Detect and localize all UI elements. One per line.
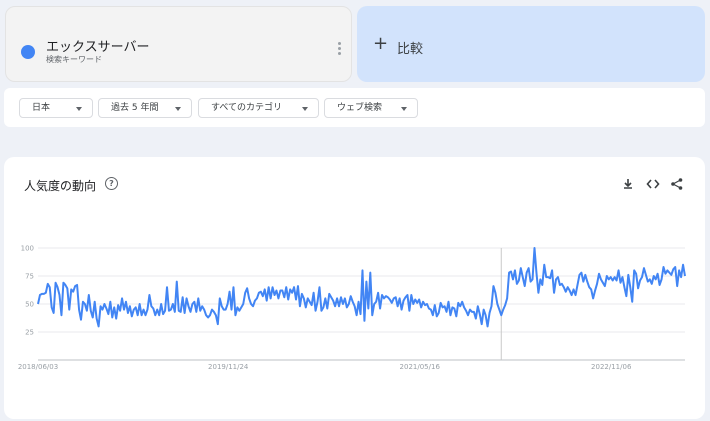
filter-label: ウェブ検索 [337,103,383,113]
x-tick-label: 2022/11/06 [591,363,632,371]
dropdown-caret-icon [76,107,82,111]
compare-button[interactable]: + 比較 [357,6,705,82]
region-filter[interactable]: 日本 [19,98,93,118]
search-term-title: エックスサーバー [46,40,150,55]
dropdown-caret-icon [175,107,181,111]
y-tick-label: 75 [25,273,34,281]
trend-chart: 25 50 75 100 2018/06/03 2019/11/24 2021/05/16… [18,245,686,371]
interest-over-time-card: 人気度の動向 ? 25 50 75 100 2018/06/03 2019/11/24 2… [4,157,705,419]
filter-label: 日本 [32,103,51,113]
series-line [37,247,686,328]
compare-label: 比較 [397,42,424,57]
x-tick-label: 2021/05/16 [400,363,441,371]
search-type-filter[interactable]: ウェブ検索 [324,98,418,118]
time-range-filter[interactable]: 過去 5 年間 [98,98,192,118]
y-tick-label: 100 [21,245,34,253]
search-term-card[interactable]: エックスサーバー 検索キーワード [5,6,352,82]
y-tick-label: 50 [25,301,34,309]
y-tick-label: 25 [25,329,34,337]
dropdown-caret-icon [401,107,407,111]
filter-label: すべてのカテゴリ [211,103,283,113]
dropdown-caret-icon [302,107,308,111]
more-vert-icon[interactable] [331,40,347,60]
x-tick-label: 2018/06/03 [18,363,58,371]
filter-label: 過去 5 年間 [111,103,159,113]
filter-bar: 日本 過去 5 年間 すべてのカテゴリ ウェブ検索 [4,88,705,127]
x-tick-label: 2019/11/24 [208,363,249,371]
plus-icon: + [373,33,389,54]
search-term-subtitle: 検索キーワード [46,55,102,64]
category-filter[interactable]: すべてのカテゴリ [198,98,319,118]
term-color-dot [21,45,35,59]
